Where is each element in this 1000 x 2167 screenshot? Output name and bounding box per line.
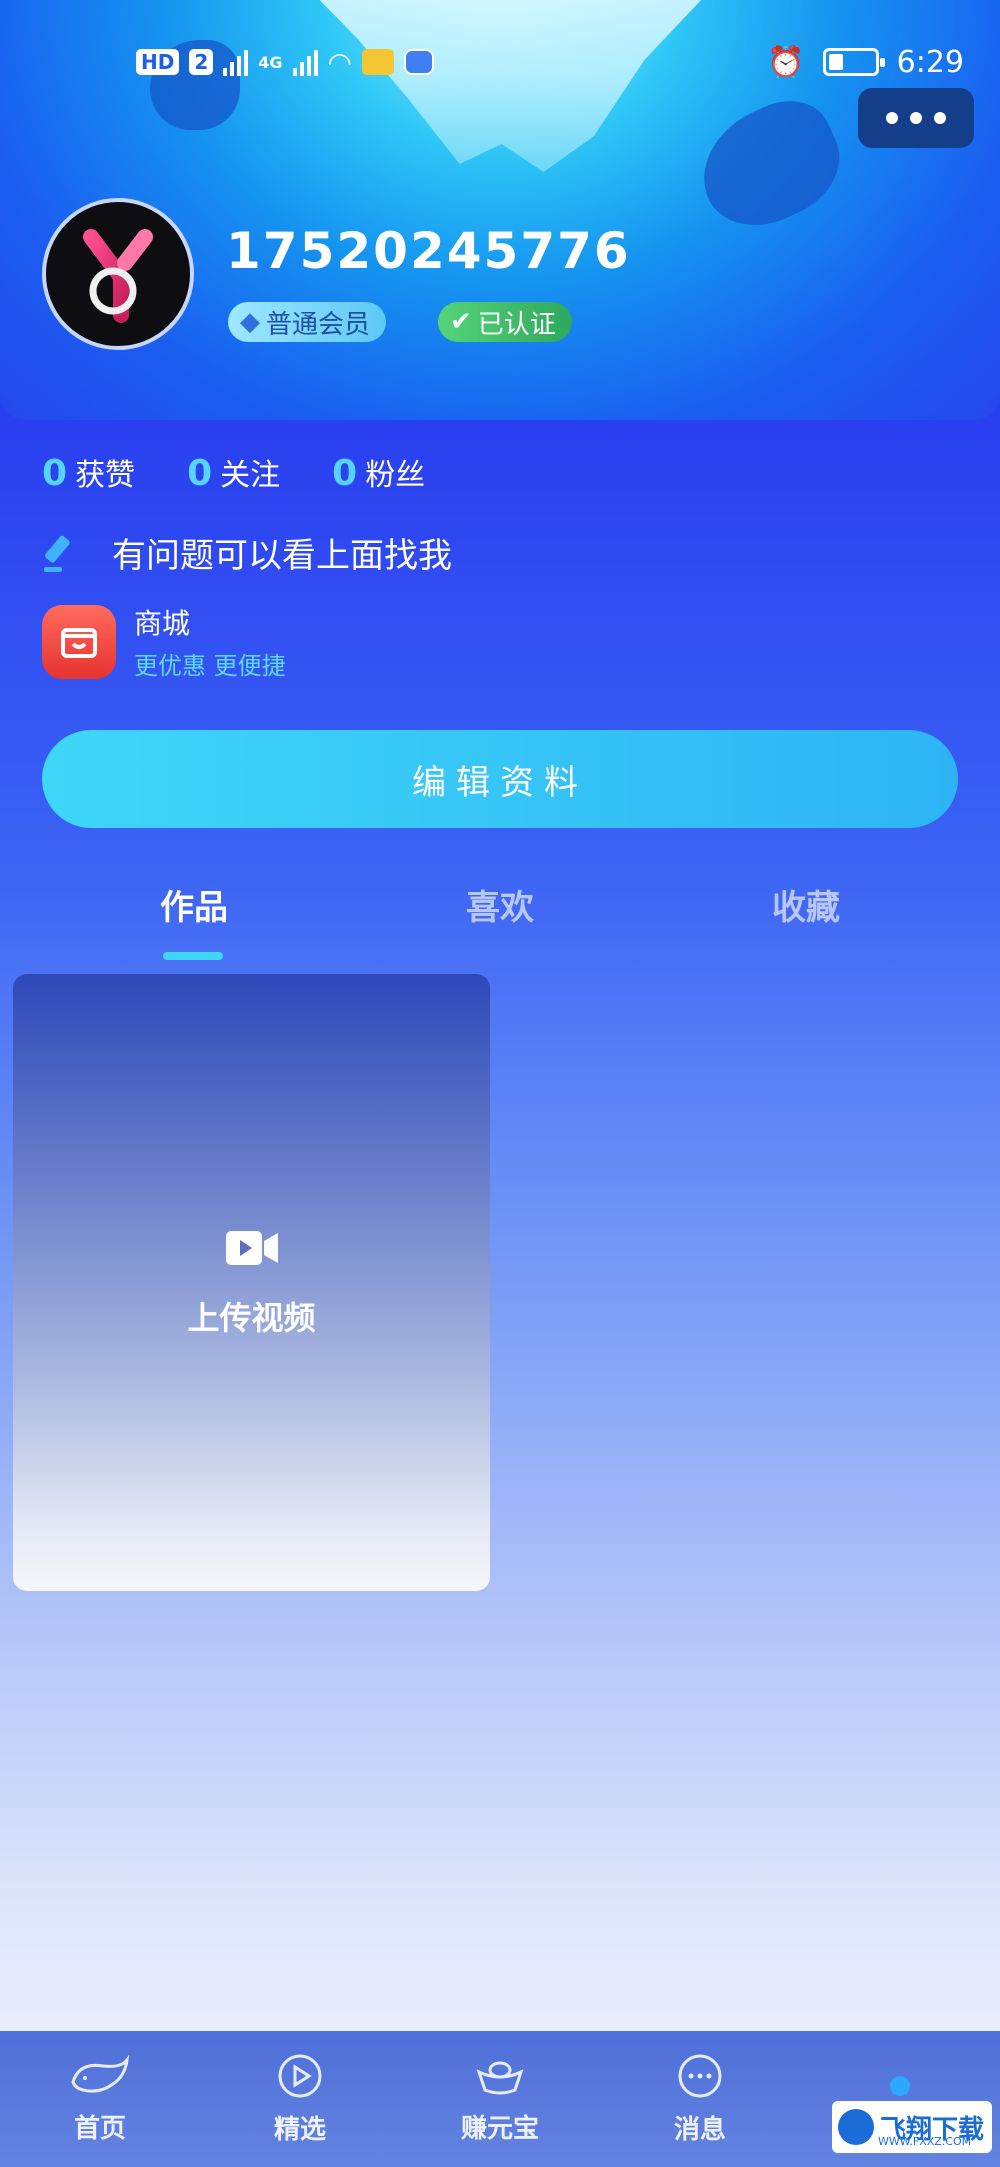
shop-entry[interactable]: 商城 更优惠 更便捷	[42, 602, 286, 681]
more-dot-icon	[910, 112, 922, 124]
chat-dots-icon	[678, 2054, 722, 2097]
watermark-logo-icon	[838, 2109, 874, 2145]
status-bar: HD 2 4G ◠ ⏰ 6:29	[0, 0, 1000, 124]
alarm-icon: ⏰	[767, 44, 805, 80]
avatar[interactable]	[42, 198, 194, 350]
tabbar-featured-label: 精选	[273, 2114, 326, 2145]
shop-title: 商城	[134, 607, 191, 640]
tab-works[interactable]: 作品	[160, 880, 228, 929]
signal-icon	[223, 48, 249, 76]
shield-check-icon: ✔	[450, 307, 472, 337]
edit-profile-button[interactable]: 编辑资料	[42, 730, 958, 828]
verified-badge[interactable]: ✔ 已认证	[438, 302, 572, 342]
hd-indicator: HD	[136, 49, 180, 75]
stat-following-label: 关注	[220, 458, 281, 493]
upload-video-card[interactable]: 上传视频	[13, 974, 490, 1591]
site-watermark: 飞翔下载 WWW.FXXZ.COM	[832, 2101, 992, 2153]
clock: 6:29	[896, 44, 964, 80]
tabbar-messages[interactable]: 消息	[600, 2053, 800, 2146]
sim-indicator: 2	[189, 49, 214, 75]
whale-icon	[71, 2054, 130, 2093]
tabbar-featured[interactable]: 精选	[200, 2053, 400, 2146]
bio-row[interactable]: 有问题可以看上面找我	[42, 528, 452, 577]
stat-likes-count: 0	[42, 453, 68, 494]
stat-likes-label: 获赞	[75, 458, 136, 493]
verified-badge-label: 已认证	[477, 309, 556, 340]
stat-fans-count: 0	[332, 453, 358, 494]
diamond-icon: ◆	[240, 307, 260, 337]
shop-icon	[42, 604, 116, 679]
tabbar-earn-label: 赚元宝	[460, 2113, 539, 2144]
tab-favorites[interactable]: 收藏	[772, 880, 840, 929]
member-badge-label: 普通会员	[266, 309, 371, 340]
shop-subtitle: 更优惠 更便捷	[134, 652, 286, 680]
username: 17520245776	[226, 222, 631, 280]
app-logo-icon	[83, 229, 153, 323]
watermark-subtext: WWW.FXXZ.COM	[878, 2135, 972, 2148]
battery-icon	[822, 48, 885, 76]
more-options-button[interactable]	[858, 88, 974, 148]
stats-row: 0 获赞 0 关注 0 粉丝	[42, 450, 425, 494]
tabbar-messages-label: 消息	[673, 2114, 726, 2145]
profile-header: HD 2 4G ◠ ⏰ 6:29 17520245776 ◆ 普通会员 ✔ 已认…	[0, 0, 1000, 420]
stat-following-count: 0	[187, 453, 213, 494]
active-tab-indicator	[163, 952, 223, 960]
mail-icon	[361, 49, 394, 75]
video-camera-icon	[225, 1230, 278, 1265]
content-tabs: 作品 喜欢 收藏	[0, 880, 1000, 960]
play-circle-icon	[278, 2054, 322, 2097]
stat-fans-label: 粉丝	[365, 458, 426, 493]
tabbar-earn[interactable]: 赚元宝	[400, 2054, 600, 2145]
signal-icon-2	[292, 48, 318, 76]
pencil-icon	[44, 535, 70, 572]
more-dot-icon	[886, 112, 898, 124]
tabbar-home[interactable]: 首页	[0, 2054, 200, 2145]
cloud-icon	[403, 49, 434, 75]
ingot-icon	[476, 2061, 524, 2094]
stat-fans[interactable]: 0 粉丝	[332, 450, 425, 494]
network-type: 4G	[258, 52, 283, 72]
more-dot-icon	[934, 112, 946, 124]
stat-likes[interactable]: 0 获赞	[42, 450, 135, 494]
stat-following[interactable]: 0 关注	[187, 450, 280, 494]
wifi-icon: ◠	[327, 45, 352, 79]
tab-likes[interactable]: 喜欢	[466, 880, 534, 929]
member-badge[interactable]: ◆ 普通会员	[228, 302, 387, 342]
bio-text: 有问题可以看上面找我	[112, 536, 452, 576]
tabbar-home-label: 首页	[73, 2113, 126, 2144]
upload-video-label: 上传视频	[187, 1298, 316, 1337]
